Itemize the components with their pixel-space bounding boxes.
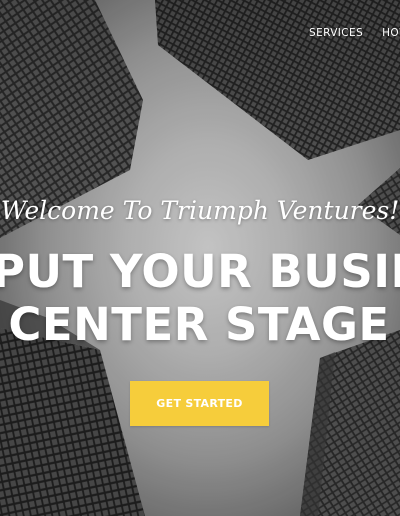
hero-headline-line-2: CENTER STAGE	[8, 298, 390, 351]
nav-item-services[interactable]: SERVICES	[309, 27, 363, 39]
welcome-tagline: Welcome To Triumph Ventures!	[0, 196, 400, 225]
get-started-button[interactable]: GET STARTED	[130, 381, 269, 426]
nav-item-how[interactable]: HOW	[382, 27, 400, 39]
hero-section: SERVICES HOW Welcome To Triumph Ventures!…	[0, 0, 400, 516]
hero-headline-line-1: PUT YOUR BUSIN	[0, 245, 400, 298]
top-navigation: SERVICES HOW	[309, 27, 400, 39]
